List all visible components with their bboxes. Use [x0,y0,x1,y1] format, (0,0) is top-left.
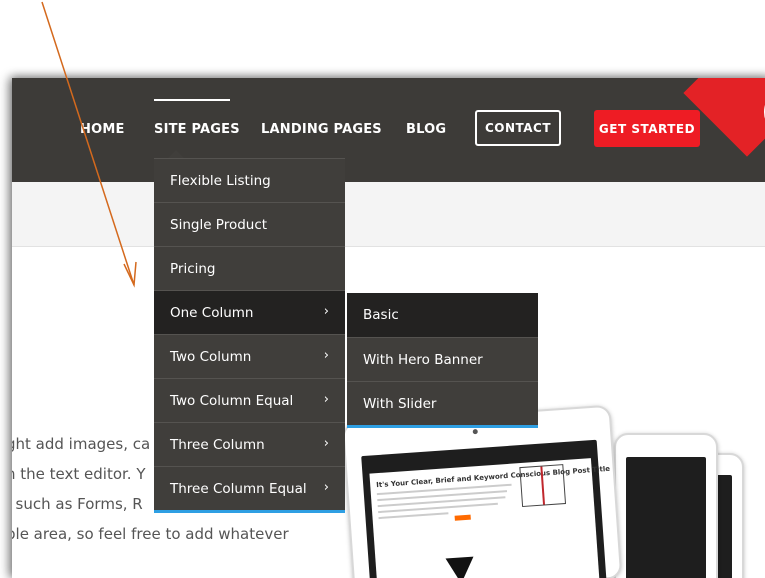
nav-site-pages[interactable]: SITE PAGES [154,122,240,137]
menu-item-label: One Column [170,304,254,321]
submenu-item-basic[interactable]: Basic [347,293,538,337]
nav-blog[interactable]: BLOG [406,122,446,137]
menu-item-label: Single Product [170,216,268,233]
menu-item-label: Two Column Equal [170,392,294,409]
site-pages-dropdown: Flexible Listing Single Product Pricing … [154,150,345,513]
tablet-image-front: It's Your Clear, Brief and Keyword Consc… [341,404,623,578]
submenu-bottom-border [347,425,538,428]
get-started-button[interactable]: GET STARTED [594,110,700,147]
chevron-right-icon: › [323,436,329,451]
nav-landing-pages[interactable]: LANDING PAGES [261,122,382,137]
submenu-item-with-hero-banner[interactable]: With Hero Banner [347,337,538,381]
chevron-right-icon: › [323,304,329,319]
menu-item-three-column-equal[interactable]: Three Column Equal › [154,466,345,510]
menu-item-label: Basic [363,307,399,323]
menu-item-two-column[interactable]: Two Column › [154,334,345,378]
submenu-item-with-slider[interactable]: With Slider [347,381,538,425]
menu-item-label: Pricing [170,260,216,277]
contact-button[interactable]: CONTACT [475,110,561,146]
menu-item-label: Two Column [170,348,252,365]
top-navbar: HOME SITE PAGES LANDING PAGES BLOG CONTA… [12,78,765,182]
tablet-camera [472,428,478,435]
menu-item-single-product[interactable]: Single Product [154,202,345,246]
read-more-button [454,514,471,521]
menu-item-label: Flexible Listing [170,172,271,189]
menu-item-three-column[interactable]: Three Column › [154,422,345,466]
one-column-submenu: Basic With Hero Banner With Slider [347,293,538,428]
tablet-image-middle [614,433,718,578]
menu-item-label: Three Column [170,436,265,453]
menu-item-label: With Slider [363,395,437,412]
menu-item-pricing[interactable]: Pricing [154,246,345,290]
nav-active-indicator [154,99,230,101]
chevron-right-icon: › [323,392,329,407]
menu-item-two-column-equal[interactable]: Two Column Equal › [154,378,345,422]
chevron-right-icon: › [323,480,329,495]
browser-window: HOME SITE PAGES LANDING PAGES BLOG CONTA… [12,78,765,578]
funnel-image [445,556,476,578]
book-image [519,464,567,508]
chevron-right-icon: › [323,348,329,363]
body-line: ble area, so feel free to add whatever [12,525,289,543]
dropdown-pointer [168,150,184,158]
menu-item-label: With Hero Banner [363,351,483,368]
menu-item-flexible-listing[interactable]: Flexible Listing [154,158,345,202]
tablet-screen: It's Your Clear, Brief and Keyword Consc… [369,458,610,578]
nav-home[interactable]: HOME [80,122,125,137]
menu-item-one-column[interactable]: One Column › [154,290,345,334]
menu-item-label: Three Column Equal [170,480,307,497]
dropdown-bottom-border [154,510,345,513]
page-subheader [12,182,765,247]
